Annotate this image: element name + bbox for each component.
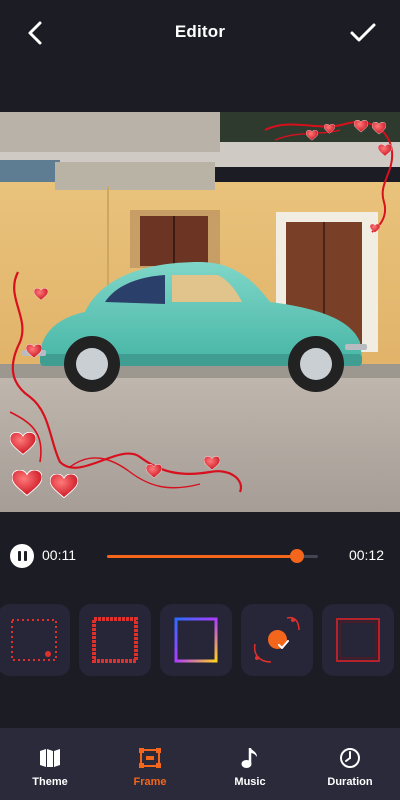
nav-duration[interactable]: Duration (300, 728, 400, 800)
progress-thumb[interactable] (289, 549, 304, 563)
selected-check-badge (268, 630, 289, 649)
frame-dark-red-thumbnail (336, 618, 380, 662)
frame-option-3[interactable] (160, 604, 232, 676)
nav-music[interactable]: Music (200, 728, 300, 800)
editor-screen: Editor 00:11 00:12 Theme Frame Music Dur… (0, 0, 400, 800)
video-preview[interactable] (0, 112, 400, 512)
progress-slider[interactable] (107, 549, 318, 563)
checkmark-icon (278, 640, 289, 649)
frame-option-2[interactable] (79, 604, 151, 676)
theme-icon (38, 746, 62, 770)
frame-option-4-selected[interactable] (241, 604, 313, 676)
frame-icon (138, 746, 162, 770)
clock-icon (338, 746, 362, 770)
frame-rainbow-thumbnail (174, 617, 218, 663)
checkmark-icon (350, 23, 376, 42)
player-controls: 00:11 00:12 (0, 536, 400, 576)
preview-image (0, 112, 400, 512)
back-button[interactable] (18, 18, 52, 48)
page-title: Editor (174, 22, 226, 41)
header: Editor (0, 0, 400, 64)
confirm-button[interactable] (346, 18, 380, 48)
current-time: 00:11 (42, 547, 76, 563)
bottom-nav: Theme Frame Music Duration (0, 728, 400, 800)
frame-red-flowers-thumbnail (92, 617, 138, 663)
pause-button[interactable] (10, 544, 34, 568)
progress-fill (107, 555, 297, 558)
frame-dotted-red-thumbnail (11, 619, 57, 661)
pause-icon (17, 551, 21, 561)
frame-option-1[interactable] (0, 604, 70, 676)
frame-option-5[interactable] (322, 604, 394, 676)
total-time: 00:12 (348, 547, 384, 563)
music-note-icon (238, 746, 262, 770)
frames-strip[interactable] (0, 600, 400, 680)
nav-frame[interactable]: Frame (100, 728, 200, 800)
nav-music-label: Music (234, 776, 266, 788)
chevron-left-icon (28, 21, 42, 45)
nav-frame-label: Frame (133, 776, 167, 788)
nav-theme-label: Theme (32, 776, 68, 788)
nav-duration-label: Duration (327, 776, 373, 788)
nav-theme[interactable]: Theme (0, 728, 100, 800)
